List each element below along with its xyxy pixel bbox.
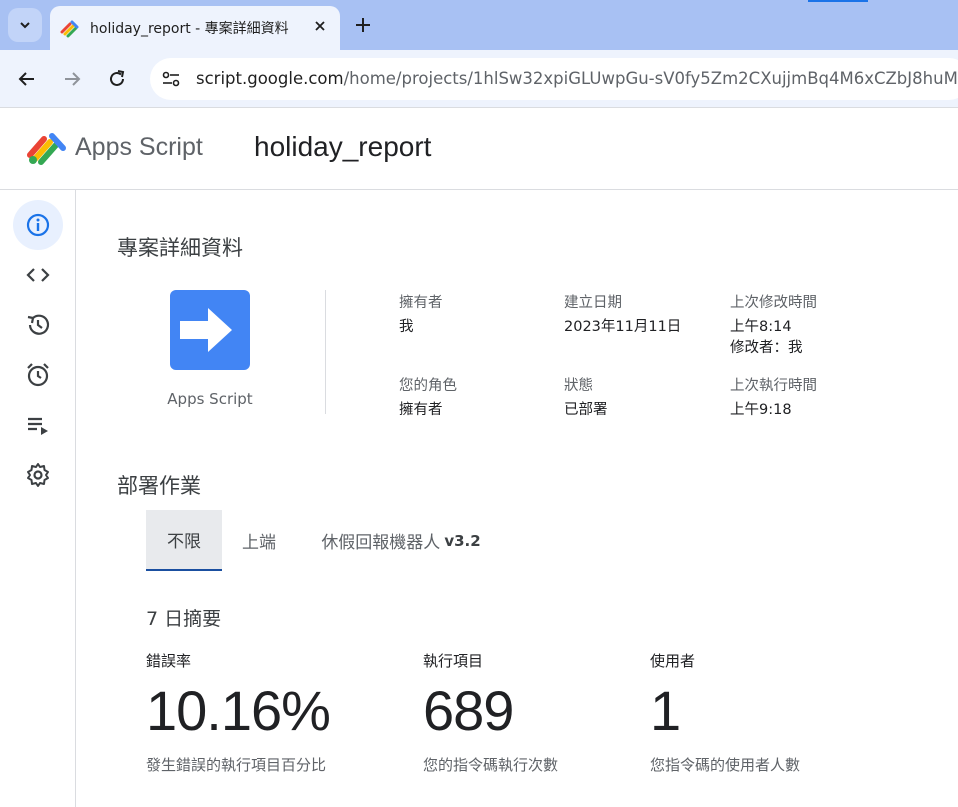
users-value: 1 bbox=[650, 679, 681, 742]
project-title[interactable]: holiday_report bbox=[254, 131, 431, 163]
forward-arrow-icon[interactable] bbox=[61, 68, 83, 90]
modified-by: 修改者：我 bbox=[730, 340, 803, 356]
gear-icon bbox=[27, 463, 49, 487]
role-label: 您的角色 bbox=[399, 378, 457, 394]
deployment-tab-any[interactable]: 不限 bbox=[146, 510, 222, 571]
status-value: 已部署 bbox=[564, 402, 608, 418]
project-details-title: 專案詳細資料 bbox=[117, 236, 243, 260]
status-label: 狀態 bbox=[564, 378, 593, 394]
new-tab-plus-icon[interactable] bbox=[352, 14, 374, 36]
last-modified-label: 上次修改時間 bbox=[730, 295, 817, 311]
browser-toolbar: script.google.com/home/projects/1hlSw32x… bbox=[0, 50, 958, 108]
tab-search-button[interactable] bbox=[8, 8, 42, 42]
reload-icon[interactable] bbox=[106, 68, 128, 90]
tab-title: holiday_report - 專案詳細資料 bbox=[90, 21, 289, 37]
last-modified-time: 上午8:14 bbox=[730, 319, 792, 335]
left-nav-rail bbox=[0, 190, 76, 807]
error-rate-value: 10.16% bbox=[146, 679, 331, 742]
history-icon bbox=[27, 314, 50, 335]
address-bar[interactable]: script.google.com/home/projects/1hlSw32x… bbox=[150, 58, 958, 100]
error-rate-label: 錯誤率 bbox=[146, 652, 192, 670]
playlist-play-icon bbox=[28, 417, 48, 435]
browser-tab[interactable]: holiday_report - 專案詳細資料 bbox=[50, 6, 340, 50]
users-description: 您指令碼的使用者人數 bbox=[650, 756, 801, 774]
back-arrow-icon[interactable] bbox=[16, 68, 38, 90]
executions-description: 您的指令碼執行次數 bbox=[423, 756, 559, 774]
main-content: 專案詳細資料 Apps Script 擁有者 我 建立日期 2023年11月11… bbox=[77, 190, 958, 807]
users-label: 使用者 bbox=[650, 652, 696, 670]
deployment-tab-head[interactable]: 上端 bbox=[232, 510, 286, 571]
created-label: 建立日期 bbox=[564, 295, 622, 311]
product-name[interactable]: Apps Script bbox=[75, 133, 203, 162]
close-icon[interactable] bbox=[312, 18, 328, 34]
created-value: 2023年11月11日 bbox=[564, 319, 682, 335]
browser-tab-bar: holiday_report - 專案詳細資料 bbox=[0, 0, 958, 50]
arrow-right-icon bbox=[180, 308, 232, 352]
rail-triggers-button[interactable] bbox=[13, 350, 63, 400]
apps-script-project-icon bbox=[170, 290, 250, 370]
details-divider bbox=[325, 290, 326, 414]
summary-title: 7 日摘要 bbox=[146, 608, 222, 630]
site-settings-icon[interactable] bbox=[160, 69, 182, 89]
url-path: /home/projects/1hlSw32xpiGLUwpGu-sV0fy5Z… bbox=[343, 69, 958, 88]
rail-executions-button[interactable] bbox=[13, 400, 63, 450]
executions-value: 689 bbox=[423, 679, 514, 742]
deployment-tab-holiday-bot[interactable]: 休假回報機器人 v3.2 bbox=[306, 510, 496, 571]
rail-editor-button[interactable] bbox=[13, 250, 63, 300]
last-run-value: 上午9:18 bbox=[730, 402, 792, 418]
owner-value: 我 bbox=[399, 319, 414, 335]
rail-settings-button[interactable] bbox=[13, 450, 63, 500]
code-brackets-icon bbox=[26, 268, 50, 282]
rail-history-button[interactable] bbox=[13, 300, 63, 350]
info-icon bbox=[26, 213, 50, 237]
rail-overview-button[interactable] bbox=[13, 200, 63, 250]
url-host: script.google.com bbox=[196, 69, 344, 88]
app-header: Apps Script holiday_report bbox=[0, 109, 958, 190]
apps-script-logo-icon[interactable] bbox=[26, 131, 68, 165]
url-text: script.google.com/home/projects/1hlSw32x… bbox=[196, 69, 958, 88]
window-edge-accent bbox=[808, 0, 868, 2]
chevron-down-icon bbox=[20, 22, 30, 29]
owner-label: 擁有者 bbox=[399, 295, 443, 311]
error-rate-description: 發生錯誤的執行項目百分比 bbox=[146, 756, 327, 774]
deployment-version: v3.2 bbox=[444, 531, 481, 550]
last-run-label: 上次執行時間 bbox=[730, 378, 817, 394]
role-value: 擁有者 bbox=[399, 402, 443, 418]
apps-script-favicon-icon bbox=[60, 20, 79, 38]
deployments-title: 部署作業 bbox=[117, 474, 201, 498]
executions-label: 執行項目 bbox=[423, 652, 484, 670]
alarm-clock-icon bbox=[27, 363, 49, 387]
project-icon-label: Apps Script bbox=[167, 390, 253, 408]
deployment-tab-holiday-bot-label: 休假回報機器人 bbox=[321, 533, 441, 553]
